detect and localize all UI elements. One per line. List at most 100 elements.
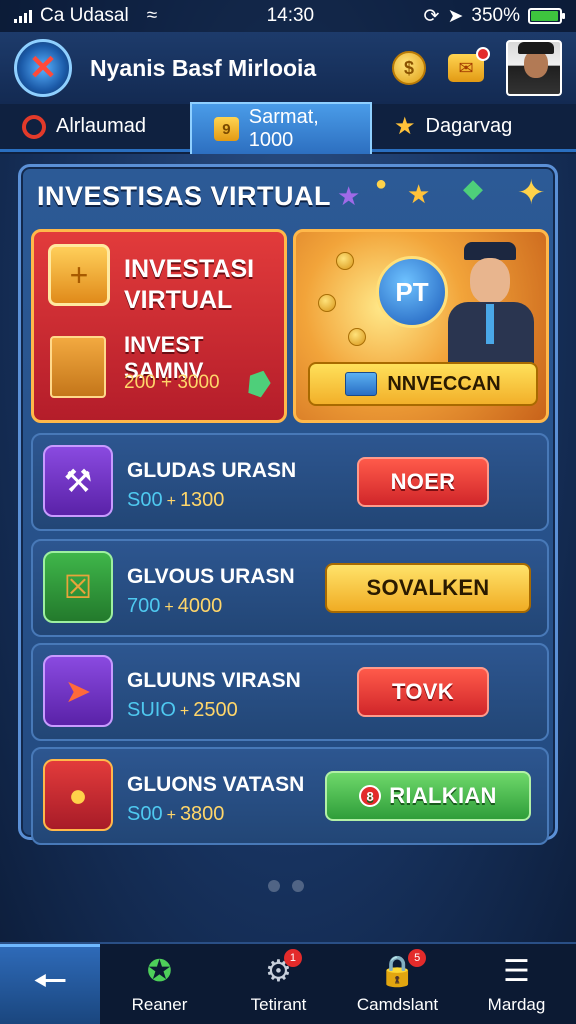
item-range: S00 +1300 [127, 489, 225, 511]
button-label: RIALKIAN [389, 783, 497, 808]
item-range: S00 +3800 [127, 803, 225, 825]
item-range: 700 +4000 [127, 595, 223, 617]
range-low: S00 [127, 803, 163, 825]
item-name: GLUUNS VIRASN [127, 669, 301, 692]
bottom-nav: 🠔 ✪ Reaner ⚙ 1 Tetirant 🔒 5 Camdslant ☰ Ma… [0, 942, 576, 1024]
mail-icon[interactable]: ✉ [448, 47, 490, 82]
award-icon: ✪ [146, 954, 173, 988]
range-high: 2500 [193, 699, 238, 721]
nav-item-reaner[interactable]: ✪ Reaner [100, 944, 219, 1024]
nav-item-camdslant[interactable]: 🔒 5 Camdslant [338, 944, 457, 1024]
coin-icon [318, 294, 336, 312]
range-low: SUIO [127, 699, 176, 721]
coin-deco-icon: ● [375, 173, 388, 195]
item-name: GLUONS VATASN [127, 773, 305, 796]
back-button[interactable]: 🠔 [0, 944, 100, 1024]
mail-notification-badge [476, 47, 490, 61]
location-icon: ➤ [447, 5, 464, 27]
investment-panel: INVESTISAS VIRTUAL ★ ● ★ ◆ ✦ + INVESTASI… [18, 164, 558, 845]
range-high: 4000 [177, 595, 223, 617]
sovalken-button[interactable]: SOVALKEN [325, 563, 531, 613]
noer-button[interactable]: NOER [357, 457, 489, 507]
card-title-line1: INVESTASI [124, 255, 255, 283]
back-arrow-icon: 🠔 [32, 958, 68, 1003]
panel-title: INVESTISAS VIRTUAL [37, 181, 332, 211]
list-item: ☒ GLVOUS URASN 700 +4000 SOVALKEN [31, 539, 549, 637]
clock: 14:30 [266, 5, 315, 26]
virtual-investment-card[interactable]: + INVESTASI VIRTUAL INVEST SAMNV 200 + 3… [31, 229, 287, 423]
green-gem-icon: ◆ [463, 173, 483, 203]
button-label: NNVECCAN [387, 372, 501, 395]
battery-percent: 350% [471, 5, 520, 26]
wifi-icon: ≈ [146, 5, 158, 26]
top-tabs: Alrlaumad 9 Sarmat, 1000 ★ Dagarvag [0, 102, 576, 154]
range-low: 700 [127, 595, 161, 617]
nav-label: Mardag [487, 995, 546, 1014]
coin-shop-icon[interactable]: $ [392, 51, 426, 85]
purple-star-icon: ★ [337, 181, 361, 211]
signal-icon [14, 9, 32, 23]
player-name: Nyanis Basf Mirlooia [90, 54, 317, 81]
coin-icon [348, 328, 366, 346]
tab-label: Dagarvag [425, 115, 513, 137]
rialkian-button[interactable]: 8 RIALKIAN [325, 771, 531, 821]
sync-icon: ⟳ [423, 5, 440, 27]
nav-label: Camdslant [356, 995, 439, 1014]
nav-item-mardag[interactable]: ☰ Mardag [457, 944, 576, 1024]
menu-icon: ☰ [503, 954, 530, 988]
lock-icon: 🔒 5 [379, 949, 427, 989]
rocket-icon: ➤ [43, 655, 113, 727]
coin-icon [336, 252, 354, 270]
list-item: ⚒ GLUDAS URASN S00 +1300 NOER [31, 433, 549, 531]
page-indicator [268, 880, 304, 892]
pt-badge-icon: PT [376, 256, 448, 328]
nnveccan-button[interactable]: NNVECCAN [308, 362, 538, 406]
carrier-label: Ca Udasal [40, 5, 129, 26]
gold-star-icon: ★ [407, 179, 431, 209]
pt-promo-card[interactable]: PT NNVECCAN [293, 229, 549, 423]
avatar[interactable] [506, 40, 562, 96]
battery-icon [528, 8, 565, 24]
wooden-crate-icon: ☒ [43, 551, 113, 623]
item-range: SUIO +2500 [127, 699, 238, 721]
tovk-button[interactable]: TOVK [357, 667, 489, 717]
notification-badge: 1 [283, 949, 302, 967]
tab-sarmat[interactable]: 9 Sarmat, 1000 [190, 102, 372, 154]
sparkle-star-icon: ✦ [517, 174, 546, 212]
status-bar: Ca Udasal ≈ 14:30 ⟳ ➤ 350% [0, 0, 576, 32]
card-title-line2: VIRTUAL [124, 286, 233, 314]
app-header: ✕ Nyanis Basf Mirlooia $ ✉ [0, 32, 576, 104]
gear-icon: ⚙ 1 [265, 949, 302, 989]
tab-label: Alrlaumad [56, 115, 147, 137]
card-title: INVESTASI VIRTUAL [124, 254, 254, 316]
list-item: ● GLUONS VATASN S00 +3800 8 RIALKIAN [31, 747, 549, 845]
list-item: ➤ GLUUNS VIRASN SUIO +2500 TOVK [31, 643, 549, 741]
officer-character [440, 242, 540, 372]
range-high: 3800 [179, 803, 225, 825]
notification-badge: 8 [359, 785, 382, 807]
nav-label: Tetirant [250, 995, 307, 1014]
button-label: NOER [390, 469, 456, 494]
ring-icon [22, 114, 46, 139]
range-high: 1300 [179, 489, 225, 511]
treasure-chest-icon: + [48, 244, 110, 306]
item-name: GLVOUS URASN [127, 565, 295, 588]
gift-box-icon [50, 336, 106, 398]
app-logo-icon[interactable]: ✕ [14, 39, 72, 97]
tab-label: Sarmat, 1000 [248, 106, 319, 151]
worker-icon: ⚒ [43, 445, 113, 517]
banker-coins-icon: ● [43, 759, 113, 831]
item-name: GLUDAS URASN [127, 459, 297, 482]
crate-icon [345, 372, 378, 396]
button-label: TOVK [392, 679, 454, 704]
range-low: S00 [127, 489, 163, 511]
nav-label: Reaner [131, 995, 188, 1014]
button-label: SOVALKEN [366, 575, 490, 600]
card-range: 200 + 3000 [124, 372, 220, 393]
nav-item-tetirant[interactable]: ⚙ 1 Tetirant [219, 944, 338, 1024]
star-icon: ★ [394, 113, 416, 140]
tab-dagarvag[interactable]: ★ Dagarvag [372, 104, 576, 152]
tab-alrlaumad[interactable]: Alrlaumad [0, 104, 190, 152]
notification-badge: 5 [408, 949, 427, 967]
coin-icon: 9 [214, 117, 239, 141]
